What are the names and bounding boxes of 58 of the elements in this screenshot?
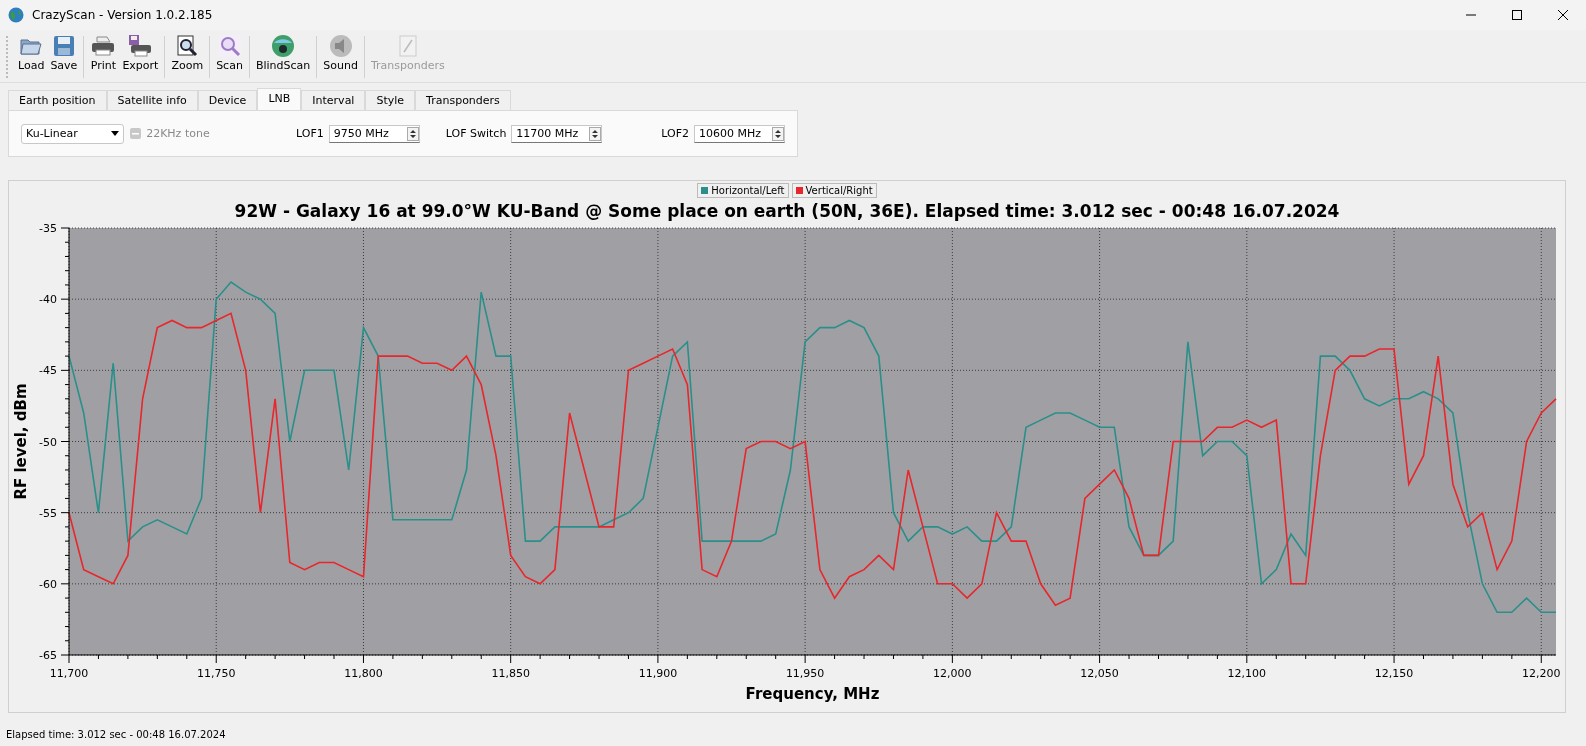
spin-field[interactable]: 10600 MHz (694, 124, 785, 143)
spin-arrows-icon[interactable] (406, 126, 419, 141)
x-tick-label: 12,050 (1080, 667, 1119, 680)
tab[interactable]: Transponders (415, 90, 511, 111)
maximize-icon (1512, 10, 1522, 20)
y-tick-label: -35 (39, 222, 57, 235)
band-dropdown[interactable]: Ku-Linear (21, 123, 125, 144)
status-text: Elapsed time: 3.012 sec - 00:48 16.07.2024 (5, 727, 227, 742)
window-title: CrazyScan - Version 1.0.2.185 (32, 8, 214, 22)
dash-icon (132, 132, 140, 135)
tab[interactable]: Earth position (8, 90, 107, 111)
tab[interactable]: Interval (301, 90, 366, 111)
document-magnifier-icon (175, 34, 200, 58)
legend-item[interactable]: Horizontal/Left (697, 183, 789, 198)
toolbar-button[interactable]: Save (47, 32, 81, 82)
toolbar-button[interactable]: BlindScan (252, 32, 314, 82)
chart-title: 92W - Galaxy 16 at 99.0°W KU-Band @ Some place on earth (50N, 36E). Elapsed time: 3.012 sec - 00:48 16.07.2024 (234, 201, 1340, 221)
toolbar-button[interactable]: Scan (213, 32, 246, 82)
checkbox-label: 22KHz tone (146, 127, 210, 140)
speaker-icon (328, 34, 353, 58)
y-tick-label: -50 (39, 435, 57, 449)
toolbar-button[interactable]: Print (87, 32, 120, 82)
x-tick-label: 11,950 (785, 667, 825, 680)
toolbar-button[interactable]: Sound (320, 32, 361, 82)
x-tick-label: 12,100 (1227, 667, 1267, 680)
x-axis-title: Frequency, MHz (745, 685, 880, 703)
printer-icon (90, 34, 117, 58)
y-tick-label: -40 (39, 293, 57, 307)
tab[interactable]: LNB (257, 88, 302, 111)
close-icon (1558, 10, 1568, 20)
field-label: LOF1 (296, 127, 324, 140)
spin-arrows-icon[interactable] (589, 126, 602, 141)
x-tick-label: 11,700 (49, 667, 89, 680)
y-tick-label: -45 (39, 364, 57, 378)
x-tick-label: 12,200 (1522, 667, 1561, 680)
y-axis-title: RF level, dBm (12, 383, 30, 500)
spin-field[interactable]: 9750 MHz (328, 124, 420, 143)
spin-field[interactable]: 11700 MHz (511, 124, 603, 143)
x-tick-label: 11,750 (197, 667, 236, 680)
printer-with-disk-icon (127, 34, 154, 58)
toolbar-button[interactable]: Export (119, 32, 162, 82)
tab[interactable]: Style (365, 90, 416, 111)
caret-icon (111, 131, 120, 136)
magnifier-icon (217, 34, 242, 58)
x-tick-label: 12,150 (1374, 667, 1414, 680)
x-tick-label: 11,850 (491, 667, 530, 680)
x-tick-label: 11,800 (344, 667, 383, 680)
x-tick-label: 12,000 (933, 667, 972, 680)
x-tick-label: 11,900 (638, 667, 678, 680)
y-tick-label: -60 (39, 577, 57, 591)
y-tick-label: -65 (39, 649, 57, 662)
toolbar-button[interactable]: Zoom (168, 32, 207, 82)
spin-arrows-icon[interactable] (772, 126, 784, 141)
field-label: LOF2 (661, 127, 689, 140)
field-label: LOF Switch (445, 127, 507, 140)
y-tick-label: -55 (39, 506, 57, 520)
toolbar-button[interactable]: Load (15, 32, 48, 82)
legend-item[interactable]: Vertical/Right (791, 183, 877, 198)
